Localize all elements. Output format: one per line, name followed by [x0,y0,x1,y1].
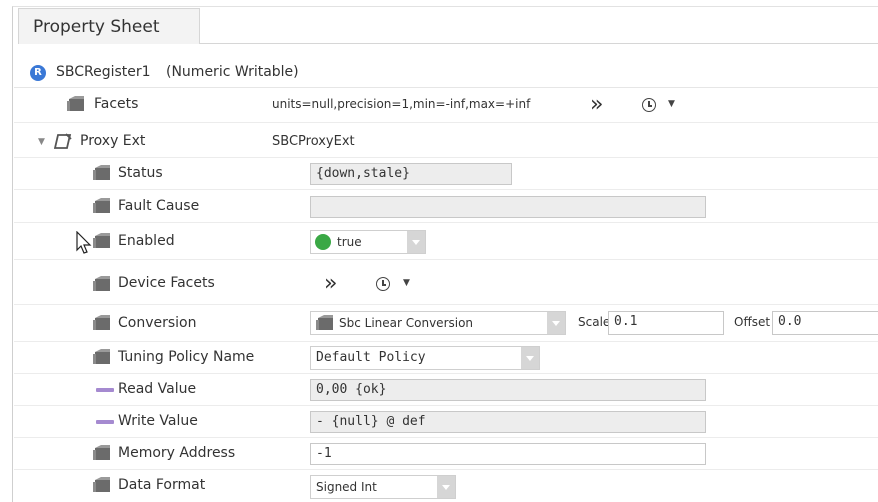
property-slot-icon [92,477,112,494]
fault-cause-label: Fault Cause [118,198,200,214]
data-format-value: Signed Int [316,480,377,494]
register-badge-icon: R [30,65,46,81]
mouse-cursor-icon [76,231,92,254]
enabled-status-dot-icon [315,234,331,250]
property-slot-icon [92,165,112,182]
dropdown-arrow-icon[interactable] [407,231,425,253]
facets-label: Facets [94,96,139,112]
enabled-label: Enabled [118,233,175,249]
property-row-conversion[interactable]: Conversion Sbc Linear Conversion Scale 0… [14,307,878,342]
enabled-dropdown[interactable]: true [310,230,426,254]
tuning-policy-label: Tuning Policy Name [118,349,255,365]
read-value-field: 0,00 {ok} [310,379,706,401]
property-slot-icon [92,349,112,366]
device-facets-dropdown-caret-icon[interactable]: ▼ [403,278,410,288]
property-slot-icon [92,233,112,250]
property-row-status: Status {down,stale} [14,159,878,190]
proxy-ext-icon [54,133,74,150]
enabled-value: true [337,235,362,249]
write-value-label: Write Value [118,413,198,429]
conversion-type-icon [315,315,335,332]
conversion-value: Sbc Linear Conversion [339,316,474,330]
component-header-row: R SBCRegister1 (Numeric Writable) [14,59,878,88]
property-slot-icon [92,198,112,215]
scale-label: Scale [578,315,611,329]
tab-label: Property Sheet [33,17,160,37]
property-row-tuning-policy[interactable]: Tuning Policy Name Default Policy [14,343,878,374]
fault-cause-field [310,196,706,218]
numeric-value-icon [96,420,114,424]
memory-address-label: Memory Address [118,445,236,461]
property-row-enabled[interactable]: Enabled true [14,225,878,260]
expand-caret-icon[interactable]: ▼ [38,137,45,147]
data-format-dropdown[interactable]: Signed Int [310,475,456,499]
dropdown-arrow-icon[interactable] [547,312,565,334]
dropdown-arrow-icon[interactable] [437,476,455,498]
property-row-device-facets[interactable]: Device Facets » ▼ [14,264,878,305]
device-facets-edit-chevron-icon[interactable]: » [324,273,337,295]
data-format-label: Data Format [118,477,206,493]
proxy-ext-label: Proxy Ext [80,133,146,149]
facets-dropdown-caret-icon[interactable]: ▼ [668,99,675,109]
property-row-memory-address[interactable]: Memory Address -1 [14,439,878,470]
tab-divider [200,43,878,44]
property-row-fault-cause: Fault Cause [14,192,878,223]
offset-input[interactable]: 0.0 [772,311,878,335]
memory-address-input[interactable]: -1 [310,443,706,465]
property-slot-icon [92,445,112,462]
tab-property-sheet[interactable]: Property Sheet [18,8,200,44]
property-row-data-format[interactable]: Data Format Signed Int [14,471,878,501]
write-value-field: - {null} @ def [310,411,706,433]
scale-input[interactable]: 0.1 [608,311,724,335]
numeric-value-icon [96,388,114,392]
property-row-proxy-ext[interactable]: ▼ Proxy Ext SBCProxyExt [14,127,878,158]
facets-edit-chevron-icon[interactable]: » [590,94,603,116]
proxy-ext-value: SBCProxyExt [272,134,355,149]
device-facets-clock-icon[interactable] [376,277,390,291]
tuning-policy-dropdown[interactable]: Default Policy [310,346,540,370]
dropdown-arrow-icon[interactable] [521,347,539,369]
property-row-write-value: Write Value - {null} @ def [14,407,878,438]
component-type: (Numeric Writable) [166,64,299,80]
status-label: Status [118,165,163,181]
read-value-label: Read Value [118,381,197,397]
property-slot-icon [92,315,112,332]
property-row-facets[interactable]: Facets units=null,precision=1,min=-inf,m… [14,88,878,123]
conversion-label: Conversion [118,315,197,331]
device-facets-label: Device Facets [118,275,215,291]
offset-label: Offset [734,315,771,329]
component-name: SBCRegister1 [56,64,151,80]
property-slot-icon [66,96,86,113]
status-field: {down,stale} [310,163,512,185]
property-slot-icon [92,276,112,293]
facets-clock-icon[interactable] [642,98,656,112]
tuning-policy-value: Default Policy [316,350,426,365]
conversion-dropdown[interactable]: Sbc Linear Conversion [310,311,566,335]
property-row-read-value: Read Value 0,00 {ok} [14,375,878,406]
facets-value: units=null,precision=1,min=-inf,max=+inf [272,97,531,111]
